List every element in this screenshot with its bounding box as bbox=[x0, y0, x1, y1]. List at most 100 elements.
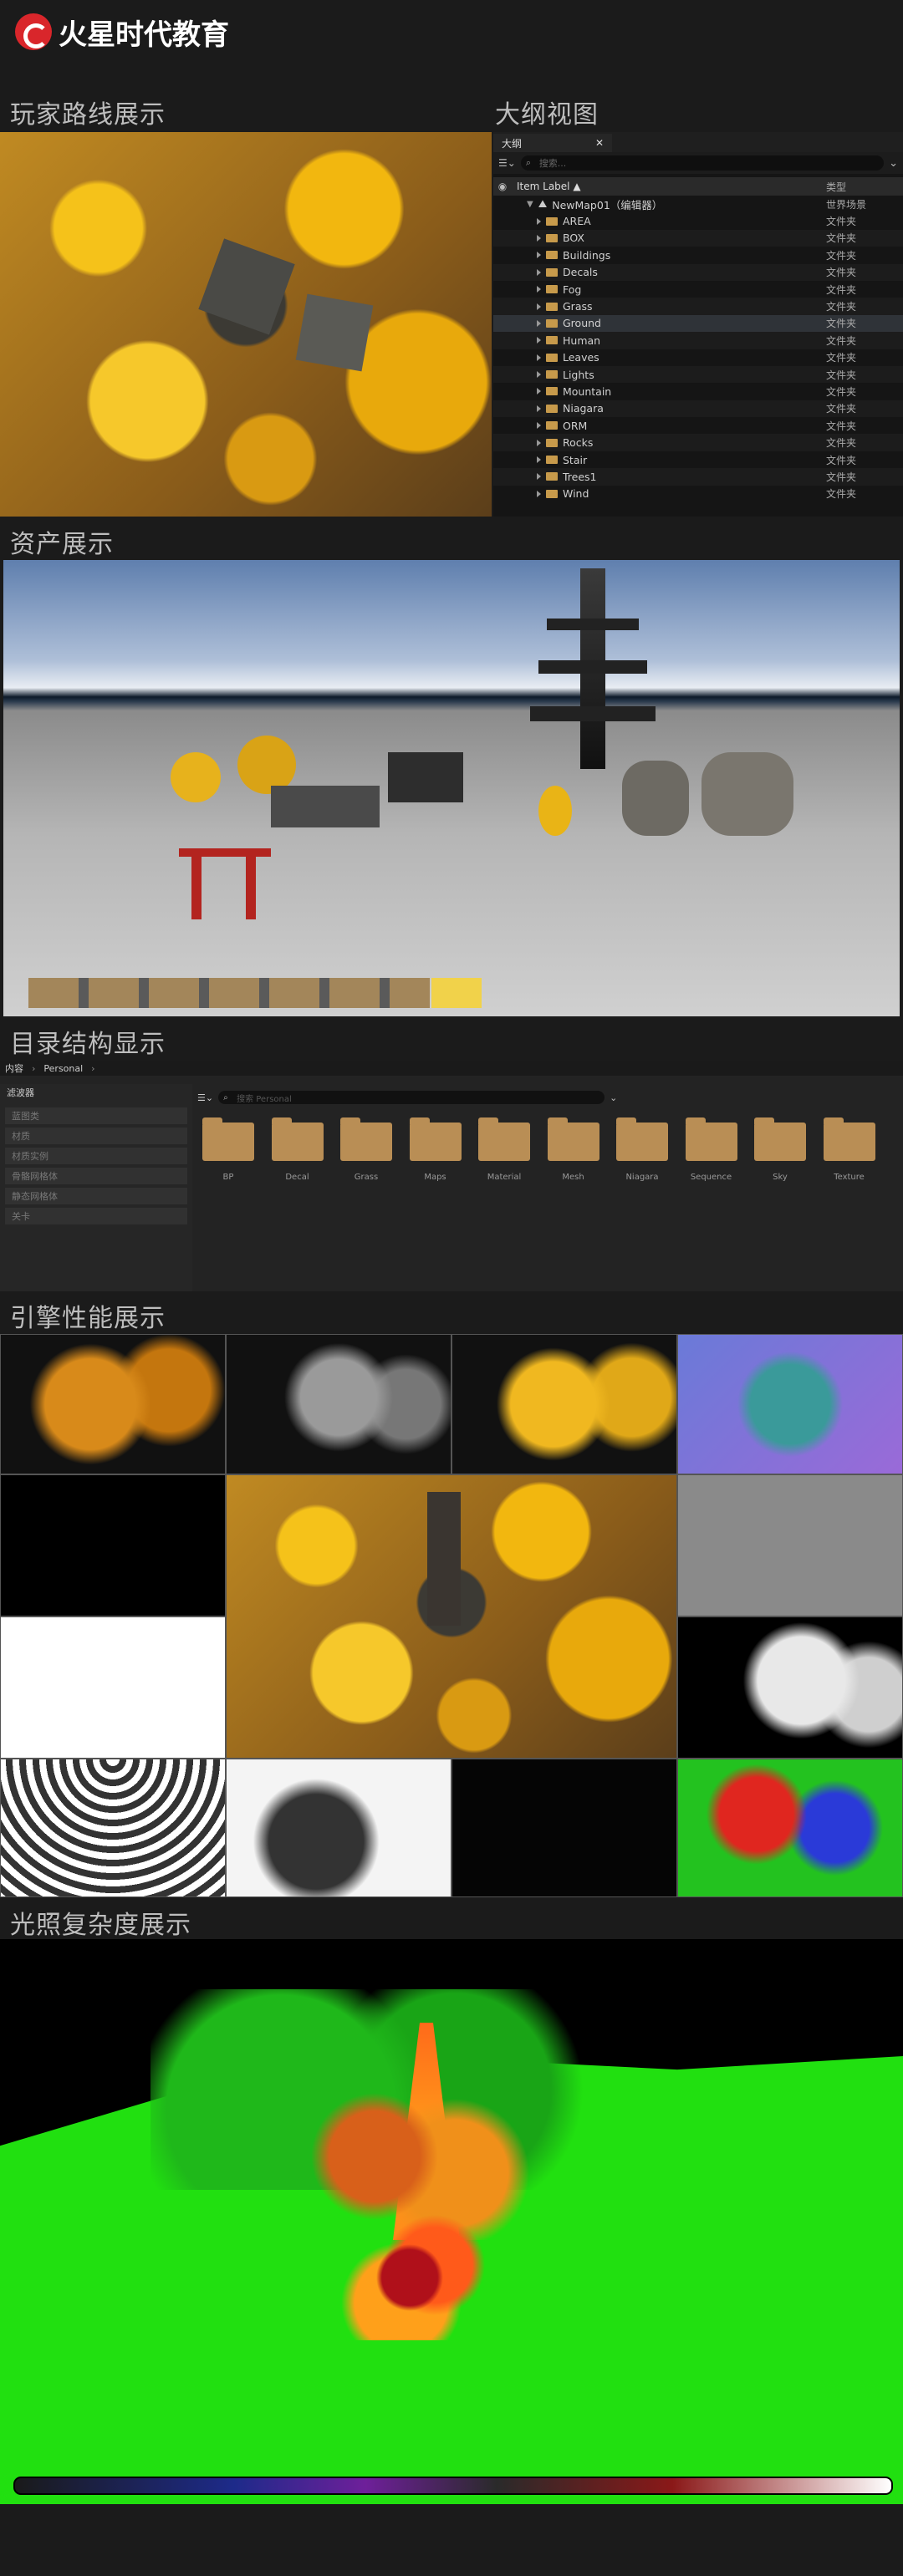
outliner-row[interactable]: Trees1 文件夹 bbox=[493, 468, 903, 486]
chevron-right-icon[interactable] bbox=[537, 286, 541, 293]
outliner-row[interactable]: AREA 文件夹 bbox=[493, 212, 903, 229]
outliner-row[interactable]: ORM 文件夹 bbox=[493, 417, 903, 434]
outliner-tab[interactable]: 大纲 ✕ bbox=[493, 134, 613, 152]
outliner-row[interactable]: Stair 文件夹 bbox=[493, 451, 903, 468]
buffer-view bbox=[452, 1759, 677, 1897]
folder-icon bbox=[546, 370, 558, 379]
chevron-right-icon[interactable] bbox=[537, 439, 541, 446]
chevron-down-icon[interactable]: ▼ bbox=[527, 200, 533, 209]
outliner-item-type: 文件夹 bbox=[826, 352, 857, 364]
section-title-outline: 大纲视图 bbox=[495, 100, 599, 130]
folder-tile[interactable]: Decal bbox=[271, 1117, 324, 1182]
folder-label: Sky bbox=[773, 1173, 788, 1182]
section-title-engine: 引擎性能展示 bbox=[10, 1304, 166, 1333]
buffer-view bbox=[677, 1759, 903, 1897]
chevron-right-icon[interactable] bbox=[537, 217, 541, 225]
folder-icon bbox=[546, 302, 558, 311]
chevron-right-icon[interactable] bbox=[537, 456, 541, 464]
outliner-row[interactable]: Leaves 文件夹 bbox=[493, 349, 903, 366]
chevron-right-icon[interactable] bbox=[537, 473, 541, 481]
filter-item[interactable]: 材质实例 bbox=[5, 1148, 187, 1164]
chevron-down-icon[interactable]: ⌄ bbox=[610, 1092, 617, 1103]
outliner-item-type: 文件夹 bbox=[826, 334, 857, 347]
chevron-right-icon[interactable] bbox=[537, 252, 541, 259]
breadcrumb-item-personal[interactable]: Personal bbox=[43, 1063, 83, 1074]
filter-item[interactable]: 蓝图类 bbox=[5, 1107, 187, 1124]
folder-label: Mesh bbox=[562, 1173, 584, 1182]
section-title-assets: 资产展示 bbox=[10, 530, 114, 559]
filter-item[interactable]: 材质 bbox=[5, 1128, 187, 1144]
chevron-right-icon[interactable] bbox=[537, 354, 541, 361]
outliner-search-input[interactable]: ⌕ 搜索... bbox=[520, 155, 885, 171]
outliner-row[interactable]: Mountain 文件夹 bbox=[493, 383, 903, 400]
chevron-right-icon[interactable] bbox=[537, 371, 541, 379]
filters-title: 滤波器 bbox=[7, 1087, 34, 1098]
filter-icon[interactable]: ☰⌄ bbox=[197, 1092, 213, 1103]
folder-tile[interactable]: Material bbox=[478, 1117, 530, 1182]
outliner-row[interactable]: Fog 文件夹 bbox=[493, 281, 903, 298]
outliner-row[interactable]: Ground 文件夹 bbox=[493, 314, 903, 333]
chevron-right-icon[interactable] bbox=[537, 388, 541, 395]
chevron-right-icon[interactable] bbox=[537, 303, 541, 310]
outliner-row[interactable]: BOX 文件夹 bbox=[493, 229, 903, 247]
folder-icon bbox=[546, 489, 558, 498]
folder-icon bbox=[685, 1117, 737, 1161]
filter-item[interactable]: 骨骼网格体 bbox=[5, 1168, 187, 1184]
folder-icon bbox=[478, 1117, 530, 1161]
folder-tile[interactable]: Texture bbox=[823, 1117, 875, 1182]
outliner-item-type: 文件夹 bbox=[826, 232, 857, 245]
outliner-item-type: 文件夹 bbox=[826, 216, 857, 228]
section-title-directory: 目录结构显示 bbox=[10, 1030, 166, 1059]
section-title-route: 玩家路线展示 bbox=[10, 100, 166, 130]
outliner-row[interactable]: Rocks 文件夹 bbox=[493, 434, 903, 451]
folder-icon bbox=[546, 233, 558, 242]
outliner-root-row[interactable]: ▼ ⛰ NewMap01（编辑器） 世界场景 bbox=[493, 196, 903, 212]
chevron-right-icon[interactable] bbox=[537, 268, 541, 276]
content-search-input[interactable]: ⌕ 搜索 Personal bbox=[218, 1091, 605, 1104]
breadcrumb-item-content[interactable]: 内容 bbox=[5, 1061, 23, 1075]
buffer-view bbox=[452, 1334, 677, 1474]
folder-tile[interactable]: Niagara bbox=[616, 1117, 668, 1182]
column-item-label[interactable]: Item Label ▲ bbox=[512, 181, 581, 192]
filter-item[interactable]: 静态网格体 bbox=[5, 1188, 187, 1204]
visibility-icon[interactable]: ◉ bbox=[493, 181, 512, 192]
chevron-right-icon[interactable] bbox=[537, 490, 541, 497]
folder-icon bbox=[546, 404, 558, 413]
folder-icon bbox=[546, 336, 558, 345]
outliner-row[interactable]: Niagara 文件夹 bbox=[493, 400, 903, 418]
buffer-view bbox=[677, 1616, 903, 1759]
chevron-right-icon[interactable] bbox=[537, 319, 541, 327]
filter-item[interactable]: 关卡 bbox=[5, 1208, 187, 1224]
folder-tile[interactable]: Maps bbox=[409, 1117, 462, 1182]
folder-label: Decal bbox=[285, 1173, 309, 1182]
folder-tile[interactable]: BP bbox=[202, 1117, 254, 1182]
outliner-row[interactable]: Human 文件夹 bbox=[493, 332, 903, 349]
folder-icon bbox=[546, 438, 558, 447]
brand-name: 火星时代教育 bbox=[59, 18, 229, 52]
outliner-row[interactable]: Lights 文件夹 bbox=[493, 365, 903, 384]
outliner-row[interactable]: Wind 文件夹 bbox=[493, 486, 903, 502]
chevron-right-icon[interactable] bbox=[537, 234, 541, 242]
outliner-item-type: 文件夹 bbox=[826, 471, 857, 483]
chevron-right-icon[interactable] bbox=[537, 422, 541, 430]
folder-tile[interactable]: Mesh bbox=[547, 1117, 599, 1182]
close-icon[interactable]: ✕ bbox=[595, 137, 604, 149]
chevron-down-icon[interactable]: ⌄ bbox=[889, 157, 898, 170]
filter-icon[interactable]: ☰⌄ bbox=[498, 157, 516, 169]
folder-tile[interactable]: Sky bbox=[754, 1117, 806, 1182]
chevron-right-icon[interactable] bbox=[537, 337, 541, 344]
world-icon: ⛰ bbox=[538, 197, 548, 211]
folder-tile[interactable]: Sequence bbox=[685, 1117, 737, 1182]
buffer-view bbox=[0, 1334, 226, 1474]
search-icon: ⌕ bbox=[525, 157, 531, 168]
chevron-right-icon[interactable] bbox=[537, 405, 541, 412]
outliner-row[interactable]: Decals 文件夹 bbox=[493, 263, 903, 281]
folder-tile[interactable]: Grass bbox=[340, 1117, 392, 1182]
column-type[interactable]: 类型 bbox=[826, 180, 903, 194]
outliner-item-type: 文件夹 bbox=[826, 267, 857, 279]
outliner-item-type: 文件夹 bbox=[826, 369, 857, 381]
outliner-row[interactable]: Grass 文件夹 bbox=[493, 298, 903, 315]
outliner-item-type: 文件夹 bbox=[826, 318, 857, 330]
route-image bbox=[0, 132, 492, 517]
outliner-row[interactable]: Buildings 文件夹 bbox=[493, 247, 903, 263]
